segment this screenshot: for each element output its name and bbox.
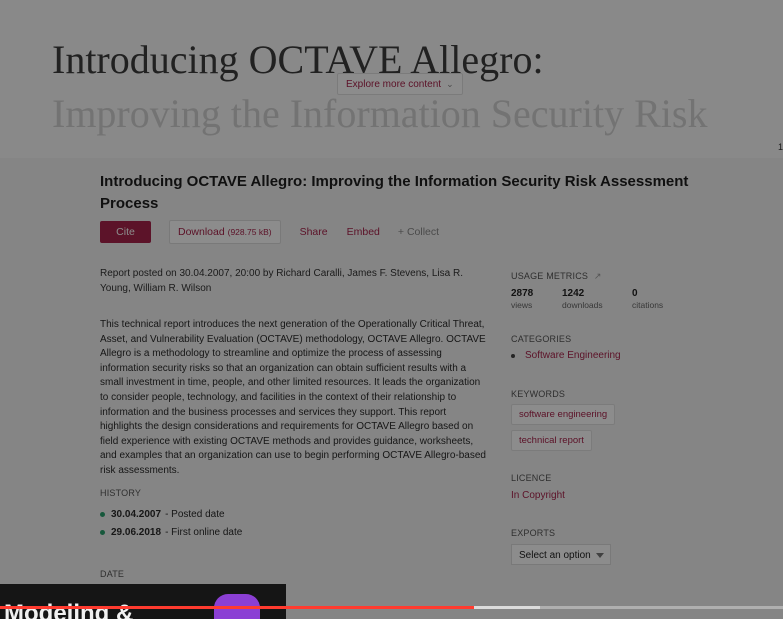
- keyword-tag[interactable]: technical report: [511, 430, 592, 451]
- history-dot-icon: [100, 512, 105, 517]
- history-item: 29.06.2018 - First online date: [100, 527, 242, 538]
- usage-metrics: 2878 views 1242 downloads 0 citations: [511, 288, 683, 310]
- metric-label: views: [511, 300, 533, 310]
- metric-views: 2878 views: [511, 288, 562, 310]
- abstract: This technical report introduces the nex…: [100, 319, 486, 476]
- keyword-tag[interactable]: software engineering: [511, 404, 616, 425]
- metric-value: 1242: [562, 288, 585, 299]
- history-dot-icon: [100, 530, 105, 535]
- explore-more-button[interactable]: Explore more content ⌄: [337, 73, 463, 95]
- download-size: (928.75 kB): [227, 227, 272, 237]
- metric-value: 2878: [511, 288, 534, 299]
- metric-downloads: 1242 downloads: [562, 288, 632, 310]
- history-text: - First online date: [165, 527, 243, 538]
- embed-link[interactable]: Embed: [347, 226, 380, 238]
- external-link-icon: ↗: [593, 271, 602, 281]
- licence-label: LICENCE: [511, 473, 552, 483]
- action-bar: Cite Download (928.75 kB) Share Embed + …: [100, 220, 439, 244]
- cite-button[interactable]: Cite: [100, 221, 151, 243]
- preview-title-line-2: Improving the Information Security Risk: [52, 91, 708, 136]
- video-thumbnail[interactable]: Modeling &: [0, 584, 286, 619]
- preview-banner[interactable]: Introducing OCTAVE Allegro: Improving th…: [0, 0, 783, 158]
- date-label: DATE: [100, 569, 125, 579]
- collect-link[interactable]: + Collect: [398, 226, 439, 238]
- metric-value: 0: [632, 288, 638, 299]
- metric-label: downloads: [562, 300, 603, 310]
- exports-select[interactable]: Select an option: [511, 544, 611, 565]
- usage-metrics-label[interactable]: USAGE METRICS ↗: [511, 271, 602, 282]
- metric-label: citations: [632, 300, 664, 310]
- page-number: 1: [777, 142, 783, 152]
- category-label: Software Engineering: [525, 350, 621, 361]
- video-progress-bar[interactable]: [0, 606, 783, 609]
- categories-label: CATEGORIES: [511, 334, 572, 344]
- history-label: HISTORY: [100, 488, 142, 498]
- exports-select-value: Select an option: [519, 550, 591, 561]
- history-date: 29.06.2018: [111, 527, 162, 538]
- download-label: Download: [178, 226, 225, 238]
- history-text: - Posted date: [165, 509, 225, 520]
- preview-title-line-1: Introducing OCTAVE Allegro:: [52, 37, 544, 82]
- share-link[interactable]: Share: [300, 226, 328, 238]
- keywords-label: KEYWORDS: [511, 389, 566, 399]
- chevron-down-icon: [596, 553, 604, 558]
- history-date: 30.04.2007: [111, 509, 162, 520]
- licence-link[interactable]: In Copyright: [511, 490, 565, 501]
- page: Introducing OCTAVE Allegro: Improving th…: [0, 0, 783, 619]
- chevron-down-icon: ⌄: [446, 79, 454, 89]
- usage-metrics-text: USAGE METRICS: [511, 271, 589, 281]
- page-title: Introducing OCTAVE Allegro: Improving th…: [100, 173, 689, 212]
- metric-citations: 0 citations: [632, 288, 683, 310]
- video-progress-fill: [0, 606, 474, 609]
- exports-label: EXPORTS: [511, 528, 556, 538]
- bullet-icon: [511, 353, 515, 358]
- download-button[interactable]: Download (928.75 kB): [169, 220, 281, 244]
- category-item[interactable]: Software Engineering: [511, 350, 621, 361]
- history-item: 30.04.2007 - Posted date: [100, 509, 225, 520]
- explore-more-label: Explore more content: [346, 79, 442, 90]
- video-caption: Modeling &: [4, 600, 134, 619]
- posted-meta: Report posted on 30.04.2007, 20:00 by Ri…: [100, 268, 463, 294]
